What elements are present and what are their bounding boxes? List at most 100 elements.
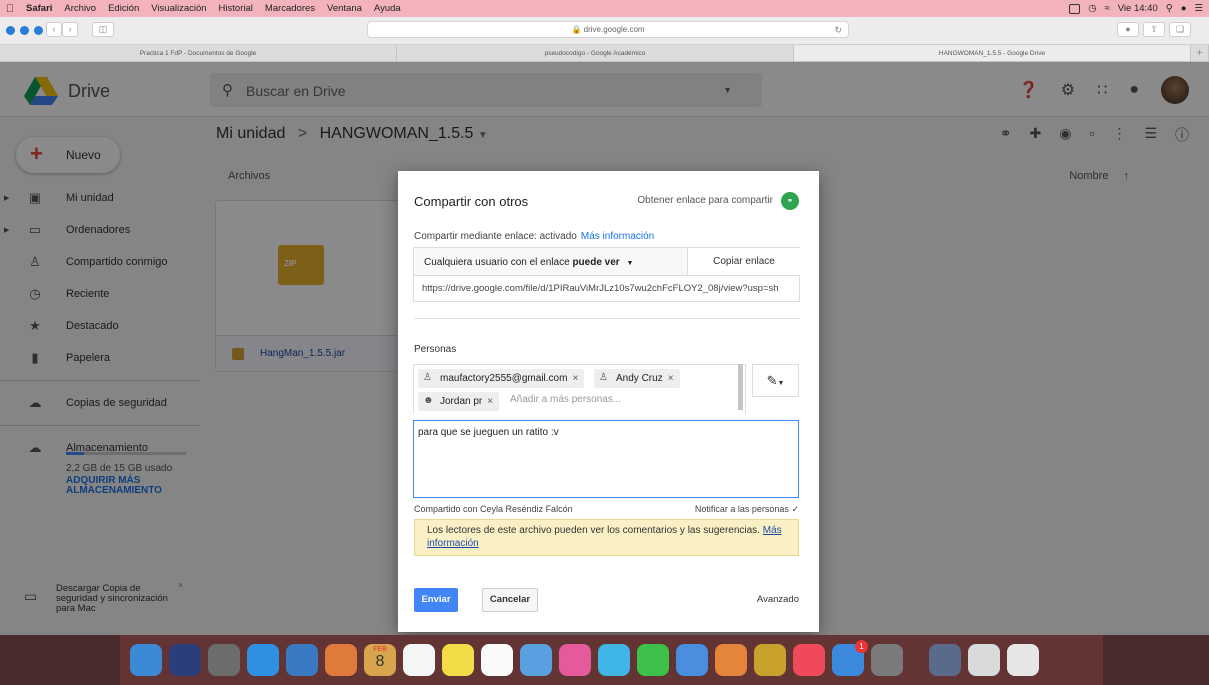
more-info-link[interactable]: Más información	[581, 231, 654, 242]
sidebar-icon[interactable]: ◫	[92, 22, 114, 37]
menu-edicion[interactable]: Edición	[102, 3, 145, 14]
dock-app-icon[interactable]	[598, 644, 630, 676]
notice-text: Los lectores de este archivo pueden ver …	[427, 525, 760, 536]
dialog-title: Compartir con otros	[414, 194, 529, 209]
dock-app-icon[interactable]	[130, 644, 162, 676]
dock-app-icon[interactable]	[208, 644, 240, 676]
add-people-input[interactable]: Añadir a más personas...	[510, 394, 621, 405]
timemachine-icon[interactable]: ◷	[1088, 3, 1096, 14]
clock-text[interactable]: Vie 14:40	[1118, 3, 1158, 14]
people-scrollbar[interactable]	[738, 364, 743, 410]
status-icons: ◷ ≈ Vie 14:40 ⚲ ● ☰	[1069, 0, 1203, 17]
menu-safari[interactable]: Safari	[20, 3, 58, 14]
close-window-icon[interactable]	[6, 26, 15, 35]
dock-app-icon[interactable]	[442, 644, 474, 676]
advanced-link[interactable]: Avanzado	[757, 594, 799, 605]
dock-app-icon[interactable]	[169, 644, 201, 676]
url-text: drive.google.com	[583, 25, 645, 34]
menu-ventana[interactable]: Ventana	[321, 3, 368, 14]
dock-app-icon[interactable]	[1007, 644, 1039, 676]
dock-app-icon[interactable]	[247, 644, 279, 676]
display-icon[interactable]	[1069, 3, 1081, 14]
dock-app-icon[interactable]: 1	[832, 640, 868, 676]
notify-label: Notificar a las personas	[694, 504, 789, 514]
person-chip[interactable]: ☻ Jordan pr ×	[418, 392, 500, 411]
menu-archivo[interactable]: Archivo	[58, 3, 102, 14]
divider	[414, 318, 800, 319]
menu-ayuda[interactable]: Ayuda	[368, 3, 407, 14]
send-button[interactable]: Enviar	[414, 588, 458, 612]
forward-icon[interactable]: ›	[62, 22, 78, 37]
notification-badge: 1	[855, 640, 868, 653]
tab-hangwoman[interactable]: HANGWOMAN_1.5.5 - Google Drive	[794, 45, 1191, 61]
menu-visualizacion[interactable]: Visualización	[145, 3, 212, 14]
address-bar[interactable]: 🔒 drive.google.com ↻	[367, 21, 849, 38]
extension-icon[interactable]: ●	[1117, 22, 1139, 37]
dock-app-icon[interactable]	[715, 644, 747, 676]
dock-app-icon[interactable]	[637, 644, 669, 676]
reload-icon[interactable]: ↻	[834, 22, 842, 38]
apple-icon[interactable]: 	[0, 3, 20, 15]
tab-bar: Practica 1 FdP - Documentos de Google ps…	[0, 45, 1209, 62]
menu-marcadores[interactable]: Marcadores	[259, 3, 321, 14]
cancel-button[interactable]: Cancelar	[482, 588, 538, 612]
chevron-down-icon: ▼	[626, 260, 634, 267]
notifications-icon[interactable]: ☰	[1194, 3, 1203, 14]
person-icon: ♙	[599, 372, 608, 383]
minimize-window-icon[interactable]	[20, 26, 29, 35]
dock-app-icon[interactable]	[968, 644, 1000, 676]
permission-prefix: Cualquiera usuario con el enlace	[424, 257, 570, 268]
wifi-icon[interactable]: ≈	[1105, 3, 1110, 14]
dock-app-icon[interactable]	[403, 644, 435, 676]
back-icon[interactable]: ‹	[46, 22, 62, 37]
notify-people-checkbox[interactable]: Notificar a las personas ✓	[695, 504, 799, 515]
mac-dock: FEB 8 1	[120, 635, 1103, 685]
tab-pseudocodigo[interactable]: pseudocodigo - Google Académico	[397, 45, 794, 61]
tab-practica[interactable]: Practica 1 FdP - Documentos de Google	[0, 45, 397, 61]
permission-level: puede ver	[572, 257, 620, 268]
person-chip[interactable]: ♙ Andy Cruz ×	[594, 369, 680, 388]
chip-label: Andy Cruz	[616, 373, 663, 384]
spotlight-icon[interactable]: ⚲	[1166, 3, 1173, 14]
calendar-day: 8	[375, 653, 385, 670]
pencil-icon: ✎	[766, 373, 778, 388]
checkmark-icon[interactable]: ✓	[791, 504, 799, 514]
dock-app-icon[interactable]	[793, 644, 825, 676]
share-url-field[interactable]: https://drive.google.com/file/d/1PIRauVi…	[413, 276, 800, 302]
menu-historial[interactable]: Historial	[213, 3, 259, 14]
chip-label: maufactory2555@gmail.com	[440, 373, 568, 384]
share-icon[interactable]: ⇧	[1143, 22, 1165, 37]
dock-app-icon[interactable]	[286, 644, 318, 676]
dock-app-icon[interactable]	[871, 644, 903, 676]
dock-app-icon[interactable]	[676, 644, 708, 676]
link-sharing-status: Compartir mediante enlace: activado Más i…	[414, 231, 654, 242]
dock-app-icon[interactable]	[929, 644, 961, 676]
copy-link-button[interactable]: Copiar enlace	[687, 248, 800, 275]
person-chip[interactable]: ♙ maufactory2555@gmail.com ×	[418, 369, 585, 388]
avatar: ☻	[423, 395, 434, 406]
new-tab-button[interactable]: +	[1191, 45, 1209, 61]
tabs-overview-icon[interactable]: ❏	[1169, 22, 1191, 37]
permission-dropdown[interactable]: Cualquiera usuario con el enlace puede v…	[424, 257, 633, 268]
dock-app-icon[interactable]	[559, 644, 591, 676]
remove-chip-icon[interactable]: ×	[487, 396, 493, 407]
lock-icon: 🔒	[571, 25, 582, 34]
edit-permission-button[interactable]: ✎▼	[752, 364, 799, 397]
link-icon[interactable]: ⚭	[781, 192, 799, 210]
chip-label: Jordan pr	[440, 396, 483, 407]
mac-menubar:  Safari Archivo Edición Visualización H…	[0, 0, 1209, 17]
get-link-text[interactable]: Obtener enlace para compartir	[637, 195, 773, 206]
chevron-down-icon: ▼	[777, 380, 785, 387]
message-textarea[interactable]: para que se jueguen un ratito :v	[413, 420, 799, 498]
dock-app-icon[interactable]	[481, 644, 513, 676]
dock-app-icon[interactable]	[325, 644, 357, 676]
remove-chip-icon[interactable]: ×	[572, 373, 578, 384]
dock-app-icon[interactable]: FEB 8	[364, 644, 396, 676]
shared-with-text: Compartido con Ceyla Reséndiz Falcón	[414, 504, 573, 514]
remove-chip-icon[interactable]: ×	[668, 373, 674, 384]
zoom-window-icon[interactable]	[34, 26, 43, 35]
siri-icon[interactable]: ●	[1181, 3, 1187, 14]
people-input[interactable]: ♙ maufactory2555@gmail.com × ♙ Andy Cruz ×…	[413, 364, 746, 414]
dock-app-icon[interactable]	[520, 644, 552, 676]
dock-app-icon[interactable]	[754, 644, 786, 676]
